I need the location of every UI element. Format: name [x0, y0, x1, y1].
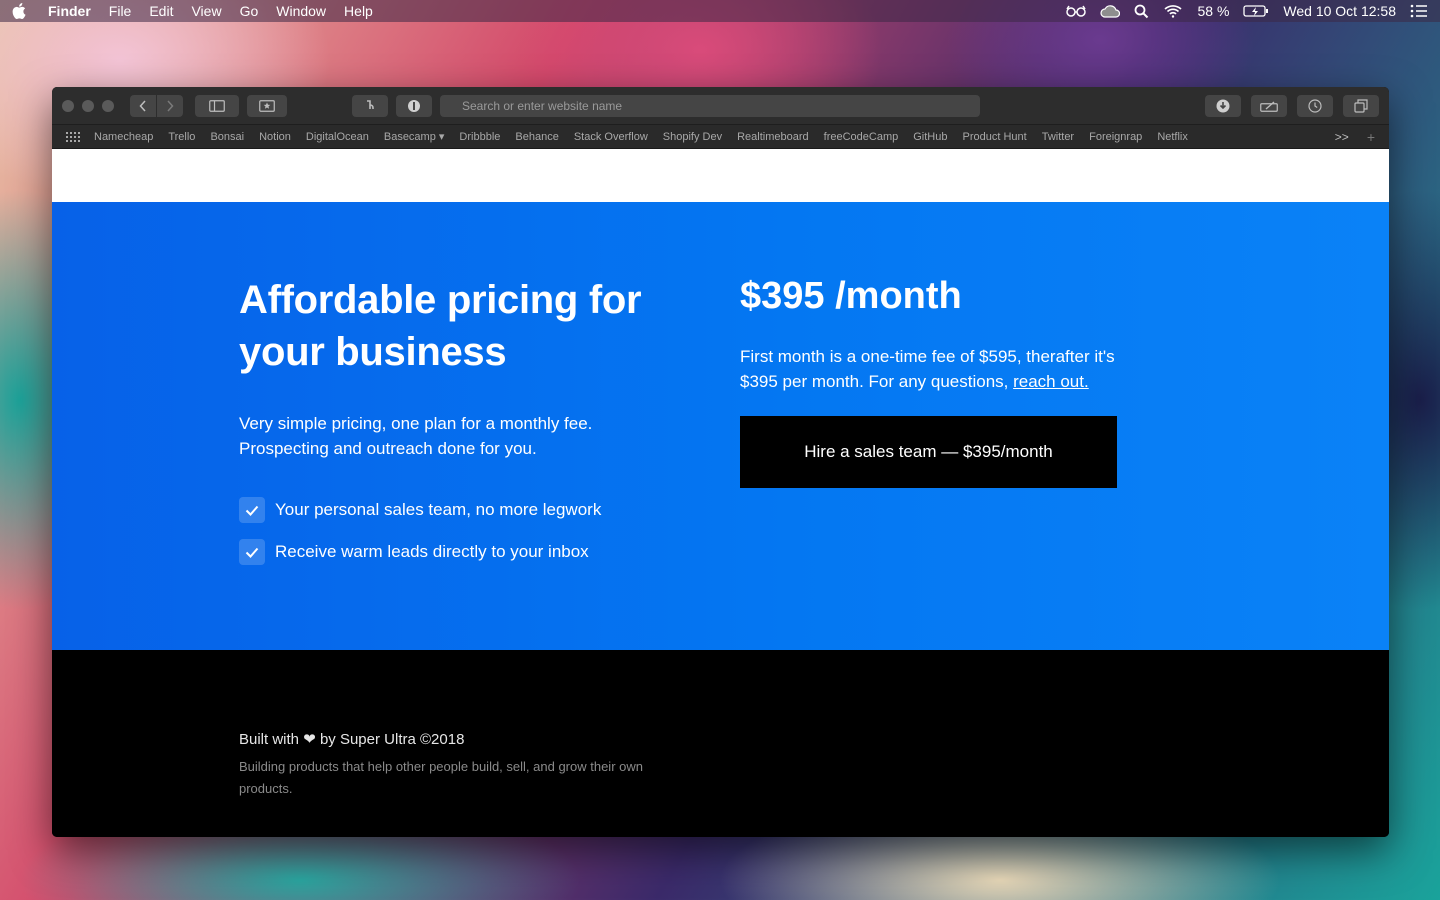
macos-menu-bar: Finder File Edit View Go Window Help 58 …	[0, 0, 1440, 22]
footer-content: Built with ❤ by Super Ultra ©2018 Buildi…	[239, 730, 689, 800]
tabs-icon	[1354, 98, 1368, 113]
pricing-heading-line1: Affordable pricing for	[239, 278, 642, 322]
spotlight-search-icon[interactable]	[1134, 4, 1149, 19]
favorite-behance[interactable]: Behance	[515, 131, 558, 143]
glasses-icon[interactable]	[1066, 5, 1087, 17]
footer-credit: Built with ❤ by Super Ultra ©2018	[239, 730, 689, 748]
checkmark-icon	[239, 539, 265, 565]
annotate-button[interactable]	[1251, 94, 1287, 117]
heart-icon: ❤	[303, 731, 316, 748]
feature-item: Your personal sales team, no more legwor…	[239, 497, 679, 523]
checkmark-icon	[239, 497, 265, 523]
minimize-window-button[interactable]	[82, 99, 94, 112]
monthly-price: $395 /month	[740, 275, 962, 317]
toolbar-right-group	[1205, 94, 1379, 117]
sidebar-icon	[209, 99, 225, 112]
close-window-button[interactable]	[62, 99, 74, 112]
history-button[interactable]	[1297, 94, 1333, 117]
favorites-overflow-button[interactable]: >>	[1335, 130, 1349, 144]
menu-help[interactable]: Help	[344, 3, 373, 19]
favorites-bar: Namecheap Trello Bonsai Notion DigitalOc…	[52, 125, 1389, 149]
menu-bar-clock[interactable]: Wed 10 Oct 12:58	[1283, 3, 1396, 19]
creative-cloud-icon[interactable]	[1100, 4, 1121, 18]
pricing-section: Affordable pricing for your business Ver…	[52, 202, 1389, 650]
extension-button[interactable]	[352, 94, 388, 117]
feature-list: Your personal sales team, no more legwor…	[239, 497, 679, 565]
favorite-trello[interactable]: Trello	[168, 131, 195, 143]
favorite-bonsai[interactable]: Bonsai	[210, 131, 244, 143]
new-tab-button[interactable]: +	[1367, 129, 1375, 145]
star-icon	[259, 99, 275, 112]
tab-overview-button[interactable]	[1343, 94, 1379, 117]
battery-charging-icon[interactable]	[1243, 4, 1269, 18]
zoom-window-button[interactable]	[102, 99, 114, 112]
menu-go[interactable]: Go	[240, 3, 259, 19]
extension-icon	[367, 99, 374, 109]
menu-window[interactable]: Window	[276, 3, 326, 19]
favorite-stack-overflow[interactable]: Stack Overflow	[574, 131, 648, 143]
menu-view[interactable]: View	[191, 3, 221, 19]
pricing-lead: Very simple pricing, one plan for a mont…	[239, 411, 679, 461]
pricing-intro: Affordable pricing for your business Ver…	[239, 274, 679, 581]
menu-finder[interactable]: Finder	[48, 3, 91, 19]
pricing-note: First month is a one-time fee of $595, t…	[740, 344, 1120, 394]
footer-credit-prefix: Built with	[239, 731, 300, 748]
favorite-realtimeboard[interactable]: Realtimeboard	[737, 131, 809, 143]
pricing-heading: Affordable pricing for your business	[239, 274, 679, 378]
browser-toolbar: Search or enter website name	[52, 87, 1389, 125]
back-button[interactable]	[130, 94, 156, 117]
pricing-lead-line1: Very simple pricing, one plan for a mont…	[239, 414, 593, 433]
favorite-shopify-dev[interactable]: Shopify Dev	[663, 131, 722, 143]
top-sites-button[interactable]	[247, 94, 287, 117]
safari-window: Search or enter website name Namecheap T…	[52, 87, 1389, 837]
forward-button[interactable]	[157, 94, 183, 117]
privacy-extension-button[interactable]	[396, 94, 432, 117]
favorite-product-hunt[interactable]: Product Hunt	[963, 131, 1027, 143]
window-controls	[62, 99, 114, 112]
pricing-heading-line2: your business	[239, 330, 507, 374]
favorite-namecheap[interactable]: Namecheap	[94, 131, 153, 143]
wifi-icon[interactable]	[1163, 4, 1183, 18]
site-footer: Built with ❤ by Super Ultra ©2018 Buildi…	[52, 650, 1389, 837]
footer-credit-suffix: by Super Ultra ©2018	[319, 731, 465, 748]
history-navigation	[130, 94, 183, 117]
feature-item: Receive warm leads directly to your inbo…	[239, 539, 679, 565]
feature-text: Receive warm leads directly to your inbo…	[275, 542, 589, 561]
favorite-github[interactable]: GitHub	[913, 131, 947, 143]
chevron-right-icon	[167, 99, 174, 112]
hire-sales-team-button[interactable]: Hire a sales team — $395/month	[740, 416, 1117, 488]
address-bar[interactable]: Search or enter website name	[440, 94, 980, 117]
menu-edit[interactable]: Edit	[149, 3, 173, 19]
favorite-foreignrap[interactable]: Foreignrap	[1089, 131, 1142, 143]
favorite-notion[interactable]: Notion	[259, 131, 291, 143]
apps-grid-icon[interactable]	[66, 131, 80, 142]
favorite-freecodecamp[interactable]: freeCodeCamp	[824, 131, 899, 143]
download-icon	[1216, 99, 1230, 112]
battery-percent: 58 %	[1197, 3, 1230, 19]
apple-menu-icon[interactable]	[12, 3, 28, 19]
pen-icon	[1260, 100, 1278, 112]
favorite-basecamp-folder[interactable]: Basecamp ▾	[384, 130, 445, 143]
favorite-dribbble[interactable]: Dribbble	[459, 131, 500, 143]
feature-text: Your personal sales team, no more legwor…	[275, 500, 602, 519]
footer-tagline: Building products that help other people…	[239, 759, 643, 796]
menu-file[interactable]: File	[109, 3, 132, 19]
downloads-button[interactable]	[1205, 94, 1241, 117]
page-header-strip	[52, 149, 1389, 202]
reach-out-link[interactable]: reach out.	[1013, 372, 1089, 391]
pricing-plan: $395 /month First month is a one-time fe…	[740, 274, 1120, 488]
favorite-twitter[interactable]: Twitter	[1042, 131, 1074, 143]
notification-center-icon[interactable]	[1410, 4, 1428, 18]
clock-icon	[1308, 98, 1322, 113]
chevron-left-icon	[139, 99, 146, 112]
shield-icon	[408, 99, 420, 112]
favorite-netflix[interactable]: Netflix	[1157, 131, 1188, 143]
pricing-lead-line2: Prospecting and outreach done for you.	[239, 439, 537, 458]
sidebar-toggle-button[interactable]	[195, 94, 239, 117]
menu-bar-status-area: 58 % Wed 10 Oct 12:58	[1066, 3, 1428, 19]
favorite-digitalocean[interactable]: DigitalOcean	[306, 131, 369, 143]
